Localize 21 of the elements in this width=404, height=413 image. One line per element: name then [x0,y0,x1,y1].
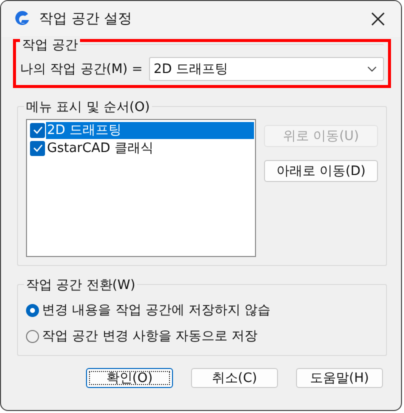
checkbox[interactable] [30,140,45,156]
radio-button[interactable] [26,330,39,342]
dialog-button[interactable]: 취소(C) [191,368,278,388]
logo-icon [13,10,31,28]
list-item[interactable]: GstarCAD 클래식 [46,140,254,156]
close-icon [371,12,385,26]
chevron-down-icon [367,66,377,72]
field-label: 나의 작업 공간(M) = [20,61,143,78]
checkbox[interactable] [30,122,45,138]
radio-button[interactable] [26,304,39,316]
dialog-button[interactable]: 확인(O) [86,368,173,388]
group-title: 작업 공간 전환(W) [24,276,138,294]
workspace-dropdown[interactable]: 2D 드래프팅 [148,57,384,81]
option-label: 작업 공간 변경 사항을 자동으로 저장 [42,328,258,345]
window-title: 작업 공간 설정 [39,10,133,28]
group-title: 메뉴 표시 및 순서(O) [24,98,152,116]
dialog-button[interactable]: 도움말(H) [296,368,383,388]
group-title: 작업 공간 [20,36,80,54]
list-item[interactable]: 2D 드래프팅 [46,122,254,138]
option-label: 변경 내용을 작업 공간에 저장하지 않습 [42,302,271,319]
move-down-button[interactable]: 아래로 이동(D) [264,160,378,182]
